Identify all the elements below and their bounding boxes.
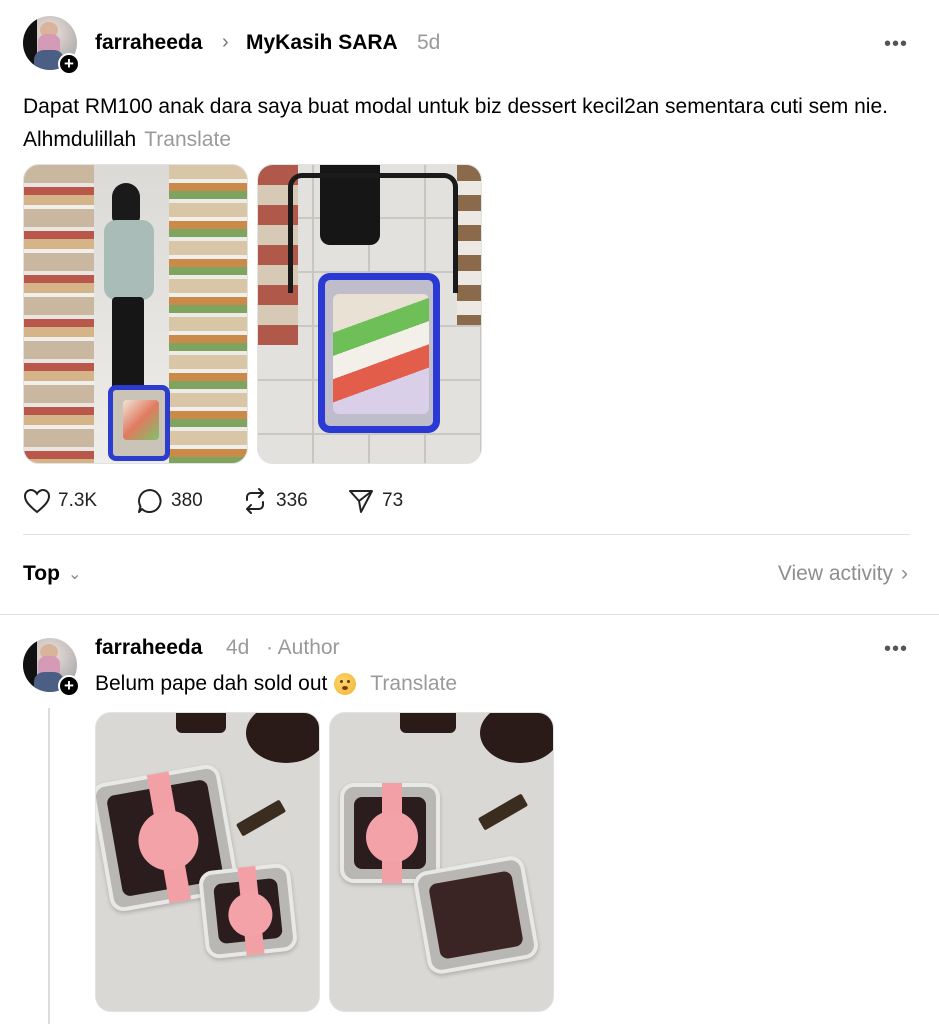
reply-photo-2[interactable] <box>329 712 554 1012</box>
follow-plus-icon[interactable]: + <box>58 675 80 697</box>
share-button[interactable]: 73 <box>347 486 403 516</box>
chevron-right-icon: › <box>222 31 229 53</box>
post-translate-link[interactable]: Translate <box>144 128 231 151</box>
post-username[interactable]: farraheeda <box>95 31 202 55</box>
post-topic-link[interactable]: MyKasih SARA <box>246 31 398 55</box>
follow-plus-icon[interactable]: + <box>58 53 80 75</box>
sort-dropdown[interactable]: Top ⌄ <box>23 562 81 586</box>
post-avatar[interactable]: + <box>23 16 80 75</box>
post-timestamp: 5d <box>417 31 441 54</box>
repost-button[interactable]: 336 <box>241 486 308 516</box>
sort-label: Top <box>23 562 60 585</box>
reply-translate-link[interactable]: Translate <box>370 672 457 696</box>
shushing-face-emoji-icon <box>334 673 357 695</box>
post-more-options-icon[interactable]: ••• <box>884 33 908 56</box>
repost-count: 336 <box>276 490 308 511</box>
like-count: 7.3K <box>58 490 98 511</box>
section-divider <box>0 614 939 615</box>
reply-avatar[interactable]: + <box>23 638 80 697</box>
reply-body: Belum pape dah sold out Translate <box>95 672 457 696</box>
like-button[interactable]: 7.3K <box>23 486 97 516</box>
divider <box>23 534 910 535</box>
post-photo-1[interactable] <box>23 164 248 464</box>
comment-bubble-icon <box>138 489 162 513</box>
post-photo-2[interactable] <box>257 164 482 464</box>
comment-button[interactable]: 380 <box>136 486 203 516</box>
reply-more-options-icon[interactable]: ••• <box>884 638 908 661</box>
comment-count: 380 <box>171 490 203 511</box>
reply-photo-1[interactable] <box>95 712 320 1012</box>
reply-body-text: Belum pape dah sold out <box>95 672 328 695</box>
reply-timestamp: 4d <box>226 636 250 659</box>
thread-line <box>48 708 50 1024</box>
send-icon <box>349 490 373 513</box>
share-count: 73 <box>382 490 404 511</box>
author-badge: · Author <box>266 636 340 659</box>
chevron-right-icon: › <box>901 562 908 585</box>
post-body: Dapat RM100 anak dara saya buat modal un… <box>23 90 903 156</box>
repost-icon <box>246 488 264 514</box>
heart-icon <box>23 488 51 514</box>
reply-username[interactable]: farraheeda <box>95 636 202 660</box>
chevron-down-icon: ⌄ <box>67 566 82 583</box>
view-activity-label: View activity <box>777 562 893 585</box>
view-activity-link[interactable]: View activity › <box>778 562 908 586</box>
